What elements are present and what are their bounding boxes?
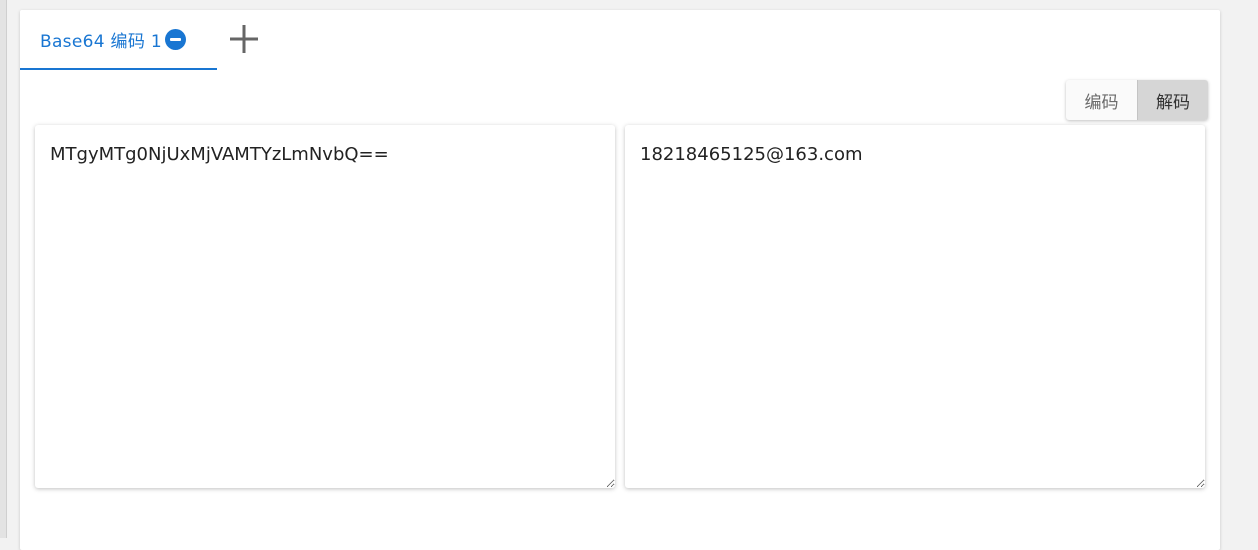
- decoded-output-textarea[interactable]: [625, 125, 1205, 488]
- window-left-edge: [0, 0, 7, 538]
- tab-base64-encode-1[interactable]: Base64 编码 1: [20, 10, 217, 70]
- encode-button[interactable]: 编码: [1066, 80, 1137, 120]
- mode-toggle-group: 编码 解码: [1066, 80, 1208, 120]
- plus-icon: [230, 25, 258, 53]
- minus-circle-icon[interactable]: [164, 28, 186, 50]
- input-panel: [35, 125, 615, 488]
- output-panel: [625, 125, 1205, 488]
- decode-button[interactable]: 解码: [1137, 80, 1208, 120]
- add-tab-button[interactable]: [227, 22, 261, 56]
- tab-label: Base64 编码 1: [40, 32, 162, 52]
- base64-input-textarea[interactable]: [35, 125, 615, 488]
- tab-bar: Base64 编码 1: [20, 10, 1220, 70]
- base64-tool-card: Base64 编码 1 编码 解码: [20, 10, 1220, 550]
